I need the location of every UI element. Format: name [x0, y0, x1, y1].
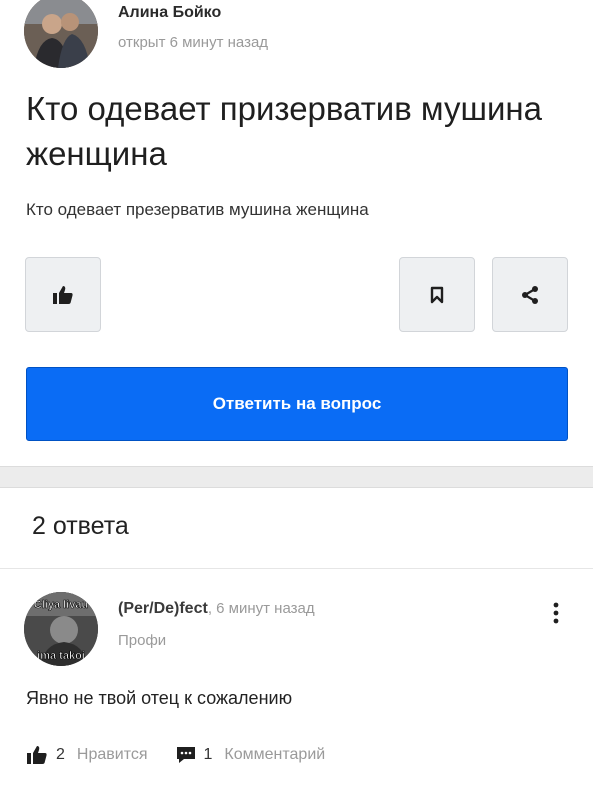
avatar-photo [24, 0, 98, 68]
comment-count: 1 [203, 746, 213, 763]
answers-section: 2 ответа Cliya livau ima takoi (Per/De)f… [0, 487, 593, 800]
answer-timestamp: , 6 минут назад [207, 600, 315, 617]
avatar-caption-bottom: ima takoi [37, 650, 85, 662]
question-timestamp: открыт 6 минут назад [118, 34, 269, 51]
like-count: 2 [56, 746, 65, 763]
author-avatar[interactable] [24, 0, 98, 68]
author-name[interactable]: Алина Бойко [118, 4, 221, 22]
question-body: Кто одевает презерватив мушина женщина [26, 200, 369, 219]
share-button[interactable] [492, 257, 568, 332]
answer-question-button[interactable]: Ответить на вопрос [26, 367, 568, 441]
share-icon [522, 285, 538, 304]
answer-like-button[interactable]: 2 Нравится [26, 745, 148, 765]
avatar-caption-top: Cliya livau [34, 599, 88, 611]
like-label: Нравится [76, 746, 148, 763]
bookmark-button[interactable] [399, 257, 475, 332]
comment-icon [176, 747, 195, 763]
answer-author-rank: Профи [118, 632, 167, 649]
answer-author-line: (Per/De)fect, 6 минут назад [118, 600, 315, 618]
like-button[interactable] [25, 257, 101, 332]
answers-count: 2 ответа [32, 512, 129, 540]
avatar-meme-image: Cliya livau ima takoi [24, 592, 98, 666]
answer-comment-button[interactable]: 1 Комментарий [176, 745, 326, 765]
thumbs-up-icon [53, 285, 73, 304]
more-vertical-icon [553, 602, 559, 624]
bookmark-icon [430, 286, 444, 303]
answer-text: Явно не твой отец к сожалению [26, 688, 293, 708]
question-title: Кто одевает призерватив мушина женщина [26, 90, 542, 172]
answer-author-name[interactable]: (Per/De)fect [118, 600, 208, 617]
answer-actions: 2 Нравится 1 Комментарий [26, 742, 325, 768]
more-options-button[interactable] [546, 598, 566, 628]
answer-author-avatar[interactable]: Cliya livau ima takoi [24, 592, 98, 666]
comment-label: Комментарий [224, 746, 326, 763]
question-card: Алина Бойко открыт 6 минут назад Кто оде… [0, 0, 593, 467]
divider [0, 568, 593, 569]
thumbs-up-icon [27, 746, 47, 764]
